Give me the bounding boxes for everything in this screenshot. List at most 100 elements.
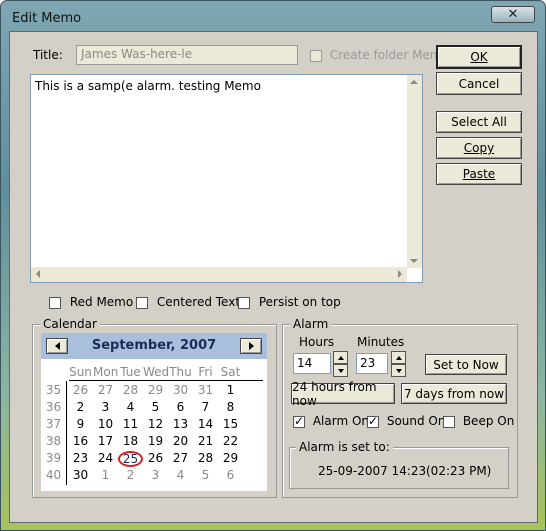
persist-on-top-check[interactable]	[238, 296, 250, 309]
create-folder-check[interactable]	[310, 49, 322, 62]
calendar-day[interactable]: 23	[68, 451, 93, 465]
calendar-day[interactable]: 12	[143, 417, 168, 431]
set-to-now-button[interactable]: Set to Now	[425, 354, 507, 375]
scroll-right-icon[interactable]	[398, 270, 402, 278]
calendar-day[interactable]: 2	[68, 400, 93, 414]
calendar-day[interactable]: 1	[93, 468, 118, 482]
calendar-month-year[interactable]: September, 2007	[41, 338, 267, 353]
calendar-day[interactable]: 18	[118, 434, 143, 448]
memo-text: This is a samp(e alarm. testing Memo	[35, 79, 261, 93]
minutes-down-button[interactable]	[391, 364, 406, 377]
hours-down-button[interactable]	[333, 364, 348, 377]
calendar-day[interactable]: 21	[193, 434, 218, 448]
day-name-1: Mon	[93, 365, 119, 379]
calendar-day[interactable]: 14	[193, 417, 218, 431]
calendar-day[interactable]: 27	[168, 451, 193, 465]
calendar-day[interactable]: 29	[218, 451, 243, 465]
calendar-day[interactable]: 8	[218, 400, 243, 414]
calendar-day[interactable]: 31	[193, 383, 218, 397]
calendar-day[interactable]: 5	[143, 400, 168, 414]
minutes-input[interactable]: 23	[356, 353, 388, 374]
calendar-day[interactable]: 6	[168, 400, 193, 414]
alarm-on-check[interactable]	[293, 414, 305, 428]
calendar-day[interactable]: 7	[193, 400, 218, 414]
calendar-day[interactable]: 22	[218, 434, 243, 448]
calendar-day[interactable]: 10	[93, 417, 118, 431]
ok-button[interactable]: OK	[436, 45, 522, 69]
alarm-status-12h: (02:23 PM)	[426, 464, 492, 478]
minutes-spinner[interactable]	[391, 351, 406, 377]
calendar-day[interactable]: 28	[193, 451, 218, 465]
week-number: 36	[45, 400, 62, 414]
calendar-day[interactable]: 11	[118, 417, 143, 431]
plus-24-hours-button[interactable]: 24 hours from now	[291, 380, 395, 408]
memo-vertical-scrollbar[interactable]	[407, 75, 422, 268]
calendar-day[interactable]: 4	[118, 400, 143, 414]
calendar-day[interactable]: 30	[168, 383, 193, 397]
alarm-status-label: Alarm is set to:	[296, 440, 393, 454]
paste-label: Paste	[462, 167, 496, 181]
hours-input[interactable]: 14	[293, 353, 331, 374]
beep-on-checkbox[interactable]: Beep On	[443, 414, 514, 428]
centered-text-check[interactable]	[136, 296, 148, 309]
centered-text-checkbox[interactable]: Centered Text	[136, 295, 240, 309]
calendar-day[interactable]: 20	[168, 434, 193, 448]
red-memo-check[interactable]	[49, 296, 61, 309]
next-month-button[interactable]	[240, 338, 262, 354]
arrow-up-icon	[337, 355, 344, 360]
day-name-6: Sat	[220, 365, 241, 379]
alarm-group-label: Alarm	[290, 317, 332, 331]
hours-spinner[interactable]	[333, 351, 348, 377]
calendar-day[interactable]: 27	[93, 383, 118, 397]
persist-on-top-checkbox[interactable]: Persist on top	[238, 295, 341, 309]
create-folder-checkbox[interactable]: Create folder Memo	[310, 48, 449, 62]
paste-button[interactable]: Paste	[436, 163, 522, 185]
set-to-now-label: Set to Now	[433, 357, 499, 372]
scroll-left-icon[interactable]	[36, 270, 40, 278]
calendar-day[interactable]: 19	[143, 434, 168, 448]
plus-7-days-button[interactable]: 7 days from now	[401, 383, 507, 404]
calendar-day[interactable]: 29	[143, 383, 168, 397]
calendar-day[interactable]: 4	[168, 468, 193, 482]
calendar-day[interactable]: 28	[118, 383, 143, 397]
hours-up-button[interactable]	[333, 351, 348, 364]
sound-on-check[interactable]	[367, 414, 379, 428]
calendar-day[interactable]: 1	[218, 383, 243, 397]
title-label: Title:	[33, 48, 63, 62]
alarm-on-checkbox[interactable]: Alarm On	[293, 414, 369, 428]
calendar-day[interactable]: 9	[68, 417, 93, 431]
scroll-up-icon[interactable]	[410, 80, 418, 84]
week-number: 39	[45, 451, 62, 465]
calendar-day[interactable]: 26	[143, 451, 168, 465]
calendar-day-today[interactable]: 25	[118, 451, 143, 467]
calendar-day[interactable]: 26	[68, 383, 93, 397]
calendar-day[interactable]: 30	[68, 468, 93, 482]
cancel-button[interactable]: Cancel	[436, 72, 522, 95]
title-field[interactable]: James Was-here-le	[76, 45, 298, 65]
calendar-control[interactable]: September, 2007 Sun Mon Tue Wed Thu Fri Sat 35 2…	[41, 333, 267, 491]
copy-button[interactable]: Copy	[436, 137, 522, 159]
memo-horizontal-scrollbar[interactable]	[31, 267, 407, 282]
select-all-button[interactable]: Select All	[436, 111, 522, 133]
calendar-day[interactable]: 24	[93, 451, 118, 465]
calendar-day[interactable]: 6	[218, 468, 243, 482]
calendar-day[interactable]: 13	[168, 417, 193, 431]
close-button[interactable]: ✕	[491, 6, 535, 23]
scroll-down-icon[interactable]	[410, 259, 418, 263]
calendar-day[interactable]: 15	[218, 417, 243, 431]
calendar-day[interactable]: 5	[193, 468, 218, 482]
sound-on-checkbox[interactable]: Sound On	[367, 414, 445, 428]
minutes-up-button[interactable]	[391, 351, 406, 364]
calendar-day[interactable]: 3	[93, 400, 118, 414]
calendar-day[interactable]: 2	[118, 468, 143, 482]
calendar-grid: Sun Mon Tue Wed Thu Fri Sat 35 26 27 28 29 30 31 1 36 2 3…	[41, 363, 267, 491]
calendar-day[interactable]: 17	[93, 434, 118, 448]
alarm-status-group: Alarm is set to: 25-09-2007 14:23 (02:23…	[289, 440, 509, 489]
beep-on-check[interactable]	[443, 415, 455, 428]
red-memo-checkbox[interactable]: Red Memo	[49, 295, 133, 309]
sound-on-label: Sound On	[386, 414, 446, 428]
select-all-label: Select All	[451, 115, 507, 129]
memo-textarea[interactable]: This is a samp(e alarm. testing Memo	[30, 74, 423, 283]
calendar-day[interactable]: 16	[68, 434, 93, 448]
calendar-day[interactable]: 3	[143, 468, 168, 482]
